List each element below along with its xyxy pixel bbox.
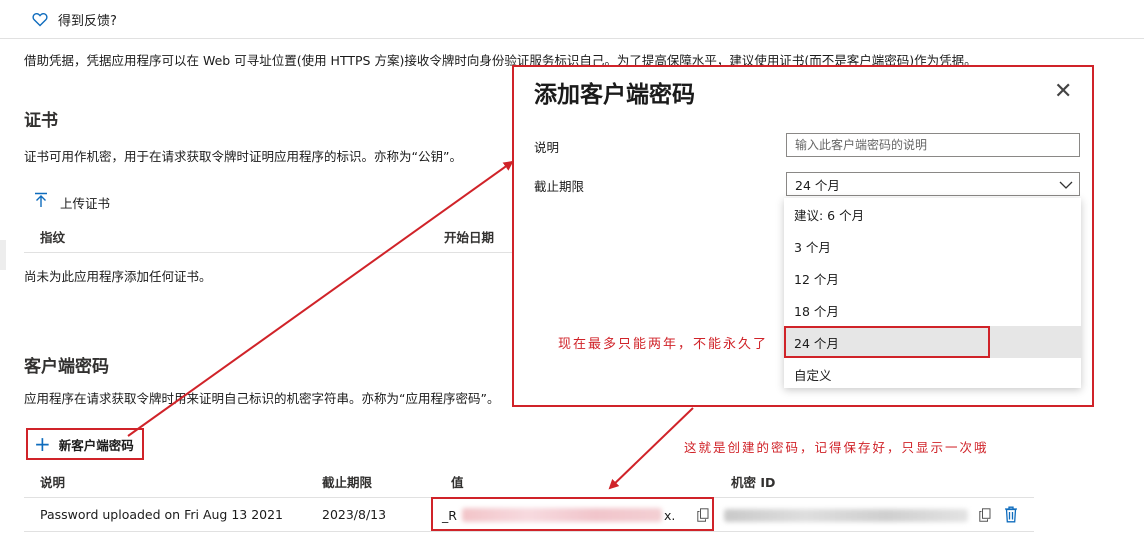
arrow-to-dialog	[127, 160, 514, 437]
annotation-arrows	[127, 160, 694, 490]
arrow-to-value	[608, 407, 694, 490]
